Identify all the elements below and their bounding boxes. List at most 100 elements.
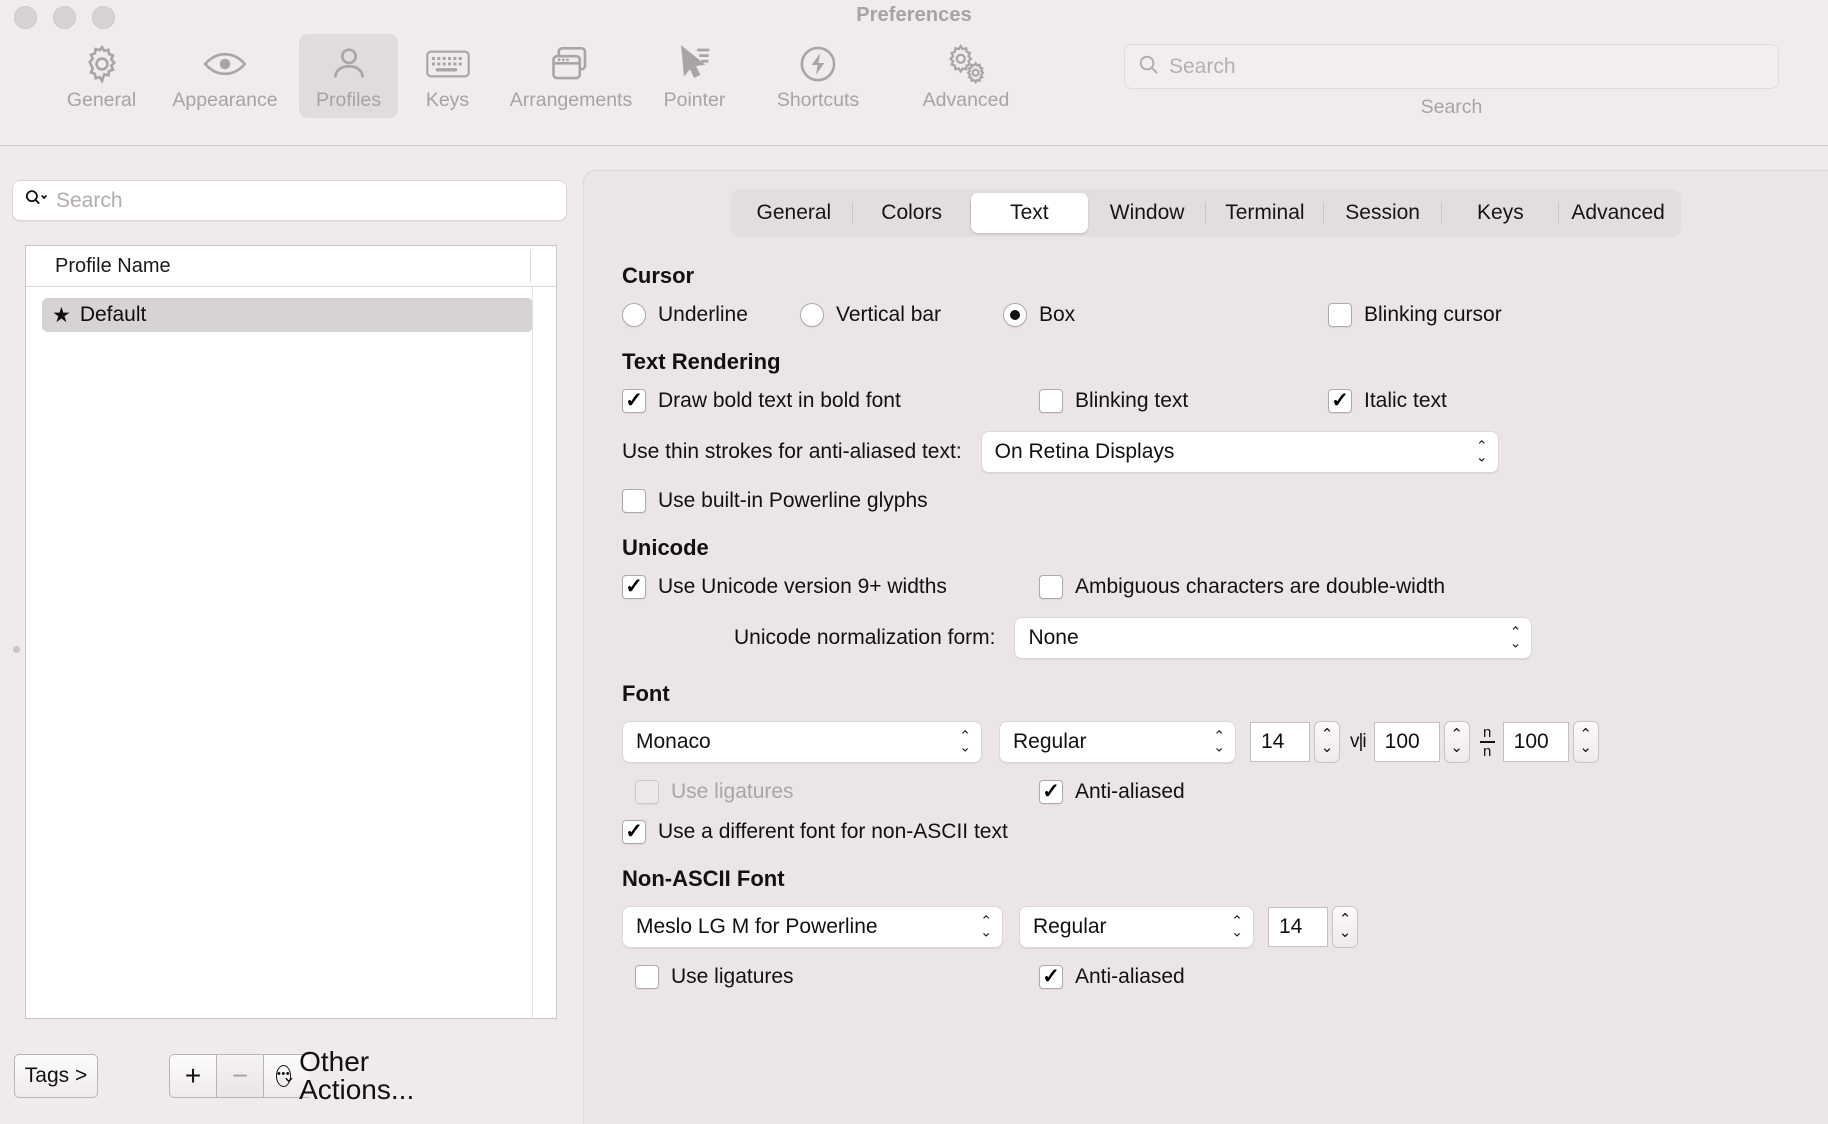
toolbar-item-label: Arrangements: [509, 89, 633, 111]
checkbox-indicator: [622, 820, 646, 844]
checkbox-indicator: [1039, 575, 1063, 599]
non-ascii-font-family-select[interactable]: Meslo LG M for Powerline ⌃ ⌄: [622, 906, 1003, 948]
horizontal-spacing-stepper[interactable]: ⌃ ⌄: [1443, 721, 1470, 763]
toolbar-item-general[interactable]: General: [52, 34, 151, 118]
thin-strokes-row: Use thin strokes for anti-aliased text: …: [622, 431, 1788, 473]
checkbox-blinking-cursor[interactable]: Blinking cursor: [1328, 303, 1502, 327]
checkbox-label: Ambiguous characters are double-width: [1075, 575, 1446, 598]
person-icon: [329, 42, 369, 86]
unicode-normalization-value: None: [1028, 626, 1079, 649]
non-ascii-font-size-stepper[interactable]: ⌃ ⌄: [1332, 906, 1358, 948]
tab-general[interactable]: General: [735, 193, 853, 233]
tab-label: Text: [1010, 201, 1049, 224]
tab-label: Session: [1345, 201, 1420, 224]
radio-indicator: [800, 303, 824, 327]
checkbox-powerline-glyphs[interactable]: Use built-in Powerline glyphs: [622, 489, 1788, 513]
toolbar-item-shortcuts[interactable]: Shortcuts: [744, 34, 892, 118]
checkbox-different-non-ascii-font[interactable]: Use a different font for non-ASCII text: [622, 820, 1788, 844]
profile-search-input[interactable]: [56, 188, 556, 213]
tab-session[interactable]: Session: [1324, 193, 1442, 233]
other-actions-button[interactable]: ••• Other Actions... ⌄: [263, 1048, 414, 1104]
toolbar-item-label: General: [66, 89, 137, 111]
checkbox-blinking-text[interactable]: Blinking text: [1039, 389, 1328, 413]
toolbar-item-advanced[interactable]: Advanced: [892, 34, 1040, 118]
tab-window[interactable]: Window: [1088, 193, 1206, 233]
toolbar-item-profiles[interactable]: Profiles: [299, 34, 398, 118]
font-section: Font Monaco ⌃ ⌄ Regular ⌃ ⌄ 14 ⌃ ⌄ v|i 100 …: [622, 681, 1788, 844]
toolbar-search-box[interactable]: [1124, 44, 1779, 89]
search-dropdown-icon[interactable]: [23, 187, 51, 214]
toolbar-item-appearance[interactable]: Appearance: [151, 34, 299, 118]
toolbar-item-pointer[interactable]: Pointer: [645, 34, 744, 118]
unicode-normalization-row: Unicode normalization form: None ⌃ ⌄: [622, 617, 1788, 659]
other-actions-label: Other Actions...: [299, 1046, 415, 1105]
vertical-spacing-stepper[interactable]: ⌃ ⌄: [1572, 721, 1599, 763]
unicode-section: Unicode Use Unicode version 9+ widths Am…: [622, 535, 1788, 659]
checkbox-ambiguous-double-width[interactable]: Ambiguous characters are double-width: [1039, 575, 1445, 599]
font-controls-row: Monaco ⌃ ⌄ Regular ⌃ ⌄ 14 ⌃ ⌄ v|i 100 ⌃ ⌄ nn…: [622, 721, 1788, 763]
toolbar-search-input[interactable]: [1169, 54, 1766, 79]
profiles-table-header: Profile Name: [26, 246, 556, 287]
radio-underline[interactable]: Underline: [622, 303, 800, 327]
non-ascii-font-style-select[interactable]: Regular ⌃ ⌄: [1019, 906, 1254, 948]
checkbox-font-anti-aliased[interactable]: Anti-aliased: [1039, 780, 1185, 804]
font-style-select[interactable]: Regular ⌃ ⌄: [999, 721, 1236, 763]
font-family-value: Monaco: [636, 730, 711, 753]
checkbox-indicator: [635, 965, 659, 989]
profile-search-box[interactable]: [12, 180, 567, 221]
font-family-select[interactable]: Monaco ⌃ ⌄: [622, 721, 982, 763]
tab-text[interactable]: Text: [970, 193, 1089, 233]
star-icon: ★: [52, 303, 71, 327]
text-rendering-section-title: Text Rendering: [622, 349, 781, 374]
checkbox-font-use-ligatures[interactable]: Use ligatures: [635, 780, 1039, 804]
profiles-sidebar: Profile Name ★ Default Tags > + − ••• Ot…: [0, 146, 583, 1124]
window-titlebar: Preferences General Appearance Profiles …: [0, 0, 1828, 146]
checkbox-indicator: [622, 575, 646, 599]
checkbox-italic-text[interactable]: Italic text: [1328, 389, 1447, 413]
split-handle[interactable]: [13, 646, 20, 653]
preferences-toolbar: General Appearance Profiles Keys Arrange…: [52, 34, 1040, 118]
font-size-input[interactable]: 14: [1250, 722, 1310, 762]
unicode-normalization-select[interactable]: None ⌃ ⌄: [1014, 617, 1533, 659]
thin-strokes-select[interactable]: On Retina Displays ⌃ ⌄: [980, 431, 1499, 473]
chevron-updown-icon: ⌃ ⌄: [1475, 437, 1488, 465]
checkbox-draw-bold[interactable]: Draw bold text in bold font: [622, 389, 1039, 413]
checkbox-unicode-v9[interactable]: Use Unicode version 9+ widths: [622, 575, 1039, 599]
chevron-down-icon: ⌄: [281, 1066, 296, 1086]
chevron-updown-icon: ⌃ ⌄: [980, 912, 992, 940]
tags-button[interactable]: Tags >: [14, 1054, 98, 1098]
cursor-options-row: Underline Vertical bar Box Blinking curs…: [622, 303, 1788, 327]
toolbar-item-arrangements[interactable]: Arrangements: [497, 34, 645, 118]
cursor-arrow-icon: [674, 42, 716, 86]
font-size-stepper[interactable]: ⌃ ⌄: [1314, 721, 1340, 763]
toolbar-search-container: Search: [1124, 44, 1779, 119]
table-row[interactable]: ★ Default: [42, 298, 533, 332]
checkbox-label: Use a different font for non-ASCII text: [658, 820, 1008, 843]
remove-profile-button[interactable]: −: [216, 1054, 263, 1098]
gear-icon: [81, 42, 123, 86]
radio-indicator: [1003, 303, 1027, 327]
tab-advanced[interactable]: Advanced: [1559, 193, 1677, 233]
profiles-table-scrollbar[interactable]: [532, 287, 556, 1018]
tab-colors[interactable]: Colors: [853, 193, 971, 233]
text-rendering-section: Text Rendering Draw bold text in bold fo…: [622, 349, 1788, 513]
vertical-spacing-input[interactable]: 100: [1502, 722, 1569, 762]
non-ascii-font-size-input[interactable]: 14: [1268, 907, 1328, 947]
toolbar-item-label: Shortcuts: [776, 89, 860, 111]
column-header-profile-name[interactable]: Profile Name: [26, 255, 171, 278]
tab-terminal[interactable]: Terminal: [1206, 193, 1324, 233]
toolbar-item-keys[interactable]: Keys: [398, 34, 497, 118]
profile-tabbar: General Colors Text Window Terminal Sess…: [731, 189, 1681, 237]
radio-vertical-bar[interactable]: Vertical bar: [800, 303, 1003, 327]
radio-box[interactable]: Box: [1003, 303, 1328, 327]
horizontal-spacing-input[interactable]: 100: [1373, 722, 1440, 762]
non-ascii-font-section: Non-ASCII Font Meslo LG M for Powerline …: [622, 866, 1788, 989]
tab-keys[interactable]: Keys: [1442, 193, 1560, 233]
checkbox-non-ascii-use-ligatures[interactable]: Use ligatures: [635, 965, 1039, 989]
checkbox-label: Blinking text: [1075, 389, 1189, 412]
tab-label: Window: [1109, 201, 1185, 224]
checkbox-non-ascii-anti-aliased[interactable]: Anti-aliased: [1039, 965, 1185, 989]
add-profile-button[interactable]: +: [169, 1054, 216, 1098]
checkbox-indicator: [622, 489, 646, 513]
toolbar-item-label: Profiles: [315, 89, 382, 111]
